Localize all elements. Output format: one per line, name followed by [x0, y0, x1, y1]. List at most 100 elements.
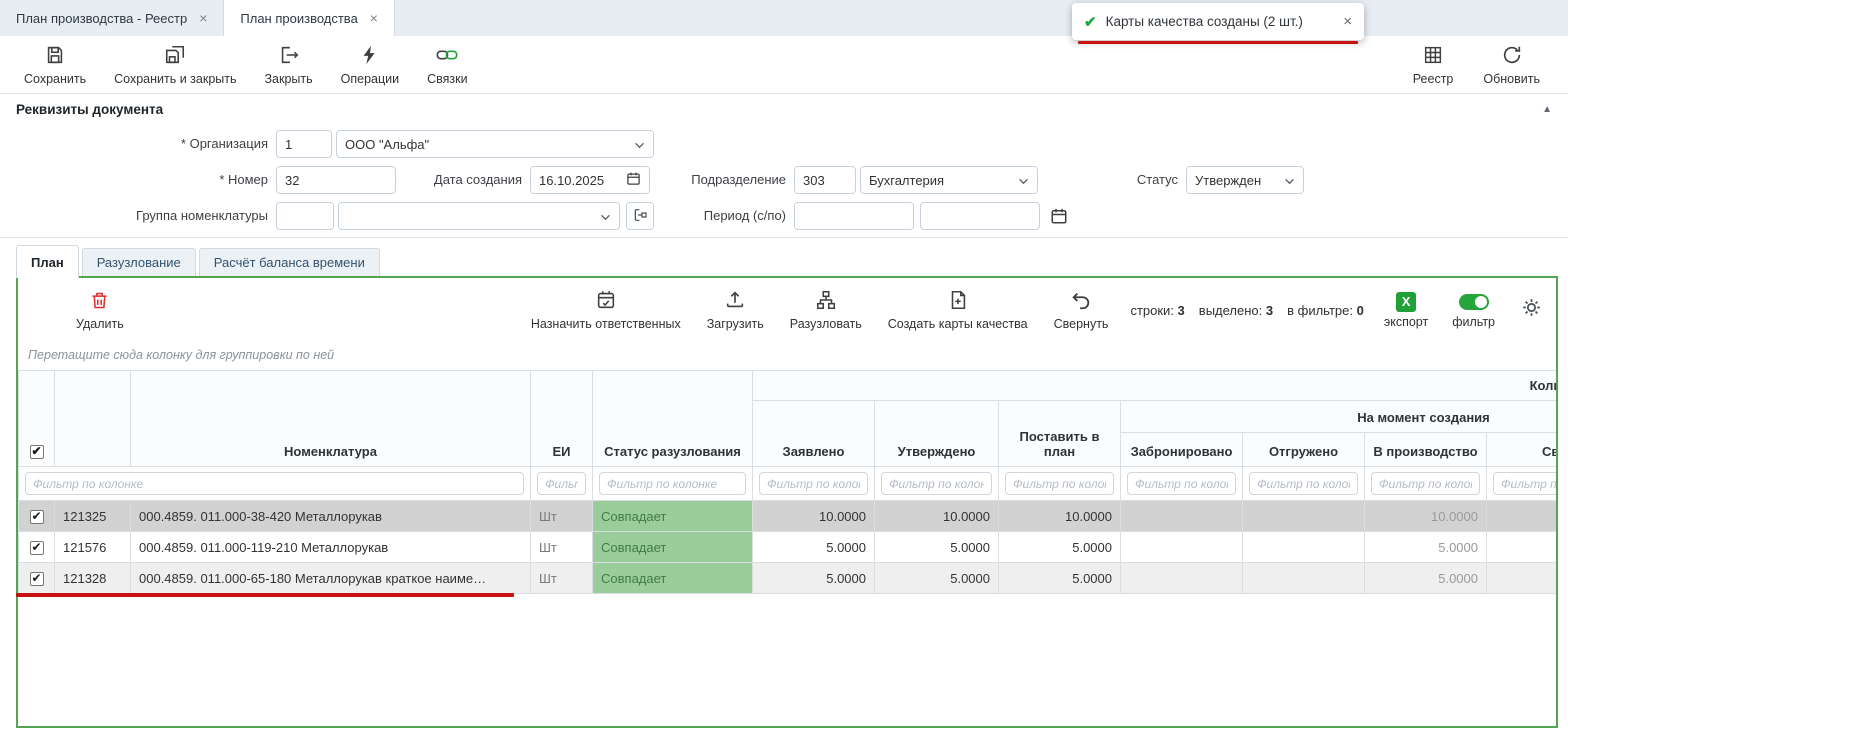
chevron-down-icon — [1284, 173, 1295, 188]
select-all-checkbox[interactable] — [30, 445, 44, 459]
delete-label: Удалить — [76, 317, 124, 331]
column-header-nomenclature[interactable]: Номенклатура — [131, 371, 531, 467]
toast-message: Карты качества созданы (2 шт.) — [1106, 14, 1303, 29]
chain-link-icon — [435, 44, 459, 69]
filter-input-status[interactable] — [599, 472, 746, 495]
creation-date-field[interactable]: 16.10.2025 — [530, 166, 650, 194]
table-row[interactable]: 121325 000.4859. 011.000-38-420 Металлор… — [19, 501, 1557, 532]
gear-icon — [1521, 305, 1542, 322]
column-header-to-plan[interactable]: Поставить в план — [999, 401, 1121, 467]
grid-toolbar-right: X экспорт фильтр — [1384, 292, 1542, 329]
tab-label: План — [31, 255, 64, 270]
row-checkbox[interactable] — [30, 572, 44, 586]
main-toolbar: Сохранить Сохранить и закрыть Закрыть Оп… — [0, 36, 1568, 94]
grid-settings-button[interactable] — [1521, 297, 1542, 323]
close-tab-icon[interactable]: × — [370, 11, 378, 25]
column-header-declared[interactable]: Заявлено — [753, 401, 875, 467]
filter-toggle-button[interactable]: фильтр — [1452, 294, 1495, 329]
column-group-quantity: Количество — [753, 371, 1557, 401]
export-excel-button[interactable]: X экспорт — [1384, 292, 1428, 329]
nomenclature-group-label: Группа номенклатуры — [40, 202, 268, 230]
calendar-icon[interactable] — [626, 171, 641, 189]
column-header-id[interactable] — [55, 371, 131, 467]
column-header-in-production[interactable]: В производство — [1365, 433, 1487, 467]
column-header-approved[interactable]: Утверждено — [875, 401, 999, 467]
filter-input-nomenclature[interactable] — [25, 472, 524, 495]
save-label: Сохранить — [24, 72, 86, 86]
delete-button[interactable]: Удалить — [76, 290, 124, 331]
window-tab-registry[interactable]: План производства - Реестр × — [0, 0, 224, 36]
filter-input-shipped[interactable] — [1249, 472, 1358, 495]
registry-label: Реестр — [1413, 72, 1454, 86]
tab-plan[interactable]: План — [16, 245, 79, 278]
collapse-section-icon[interactable]: ▲ — [1542, 104, 1552, 115]
refresh-label: Обновить — [1483, 72, 1540, 86]
cell-in-production: 5.0000 — [1365, 563, 1487, 594]
filter-input-free[interactable] — [1493, 472, 1556, 495]
selected-counter: выделено: 3 — [1199, 303, 1273, 318]
division-code-field[interactable] — [794, 166, 856, 194]
tab-explode[interactable]: Разузлование — [82, 248, 196, 276]
load-button[interactable]: Загрузить — [707, 289, 764, 331]
close-button[interactable]: Закрыть — [265, 44, 313, 86]
status-select[interactable]: Утвержден — [1186, 166, 1304, 194]
cell-declared: 5.0000 — [753, 563, 875, 594]
success-check-icon: ✔ — [1084, 13, 1097, 31]
save-button[interactable]: Сохранить — [24, 44, 86, 86]
grid-counters: строки: 3 выделено: 3 в фильтре: 0 — [1130, 303, 1363, 318]
division-select[interactable]: Бухгалтерия — [860, 166, 1038, 194]
explode-button[interactable]: Разузловать — [790, 289, 862, 331]
row-checkbox[interactable] — [30, 541, 44, 555]
number-field[interactable] — [276, 166, 396, 194]
collapse-label: Свернуть — [1054, 317, 1109, 331]
period-from-field[interactable] — [794, 202, 914, 230]
rows-counter: строки: 3 — [1130, 303, 1184, 318]
window-tab-plan[interactable]: План производства × — [224, 0, 395, 36]
operations-label: Операции — [341, 72, 399, 86]
operations-button[interactable]: Операции — [341, 44, 399, 86]
filtered-counter-label: в фильтре: — [1287, 303, 1353, 318]
plan-grid: Номенклатура ЕИ Статус разузлования Коли… — [18, 370, 1556, 594]
document-plus-icon — [947, 289, 969, 314]
period-to-field[interactable] — [920, 202, 1040, 230]
column-header-reserved[interactable]: Забронировано — [1121, 433, 1243, 467]
column-header-shipped[interactable]: Отгружено — [1243, 433, 1365, 467]
hierarchy-tree-button[interactable] — [626, 202, 654, 230]
close-label: Закрыть — [265, 72, 313, 86]
save-and-close-button[interactable]: Сохранить и закрыть — [114, 44, 236, 86]
toggle-on-icon[interactable] — [1459, 294, 1489, 310]
filter-input-in-production[interactable] — [1371, 472, 1480, 495]
lightning-icon — [359, 44, 381, 69]
table-row[interactable]: 121328 000.4859. 011.000-65-180 Металлор… — [19, 563, 1557, 594]
column-header-free[interactable]: Свободный остаток — [1487, 433, 1557, 467]
registry-button[interactable]: Реестр — [1413, 44, 1454, 86]
filter-input-unit[interactable] — [537, 472, 586, 495]
cell-unit: Шт — [531, 563, 593, 594]
cell-id: 121325 — [55, 501, 131, 532]
create-quality-cards-button[interactable]: Создать карты качества — [888, 289, 1028, 331]
column-header-explode-status[interactable]: Статус разузлования — [593, 371, 753, 467]
toast-close-icon[interactable]: × — [1343, 13, 1352, 30]
collapse-button[interactable]: Свернуть — [1054, 289, 1109, 331]
cell-to-plan: 5.0000 — [999, 532, 1121, 563]
tab-label: Разузлование — [97, 255, 181, 270]
assign-responsible-button[interactable]: Назначить ответственных — [531, 289, 681, 331]
filter-input-declared[interactable] — [759, 472, 868, 495]
column-header-unit[interactable]: ЕИ — [531, 371, 593, 467]
close-tab-icon[interactable]: × — [199, 11, 207, 25]
filter-input-to-plan[interactable] — [1005, 472, 1114, 495]
nomenclature-group-select[interactable] — [338, 202, 620, 230]
tab-time-balance[interactable]: Расчёт баланса времени — [199, 248, 380, 276]
organization-select[interactable]: ООО "Альфа" — [336, 130, 654, 158]
table-row[interactable]: 121576 000.4859. 011.000-119-210 Металло… — [19, 532, 1557, 563]
nomenclature-group-code-field[interactable] — [276, 202, 334, 230]
links-button[interactable]: Связки — [427, 44, 467, 86]
period-calendar-icon[interactable] — [1050, 207, 1068, 228]
refresh-button[interactable]: Обновить — [1483, 44, 1540, 86]
filter-cell-nomenclature — [19, 467, 531, 501]
filter-input-reserved[interactable] — [1127, 472, 1236, 495]
filter-input-approved[interactable] — [881, 472, 992, 495]
organization-code-field[interactable] — [276, 130, 332, 158]
row-checkbox[interactable] — [30, 510, 44, 524]
cell-reserved — [1121, 563, 1243, 594]
